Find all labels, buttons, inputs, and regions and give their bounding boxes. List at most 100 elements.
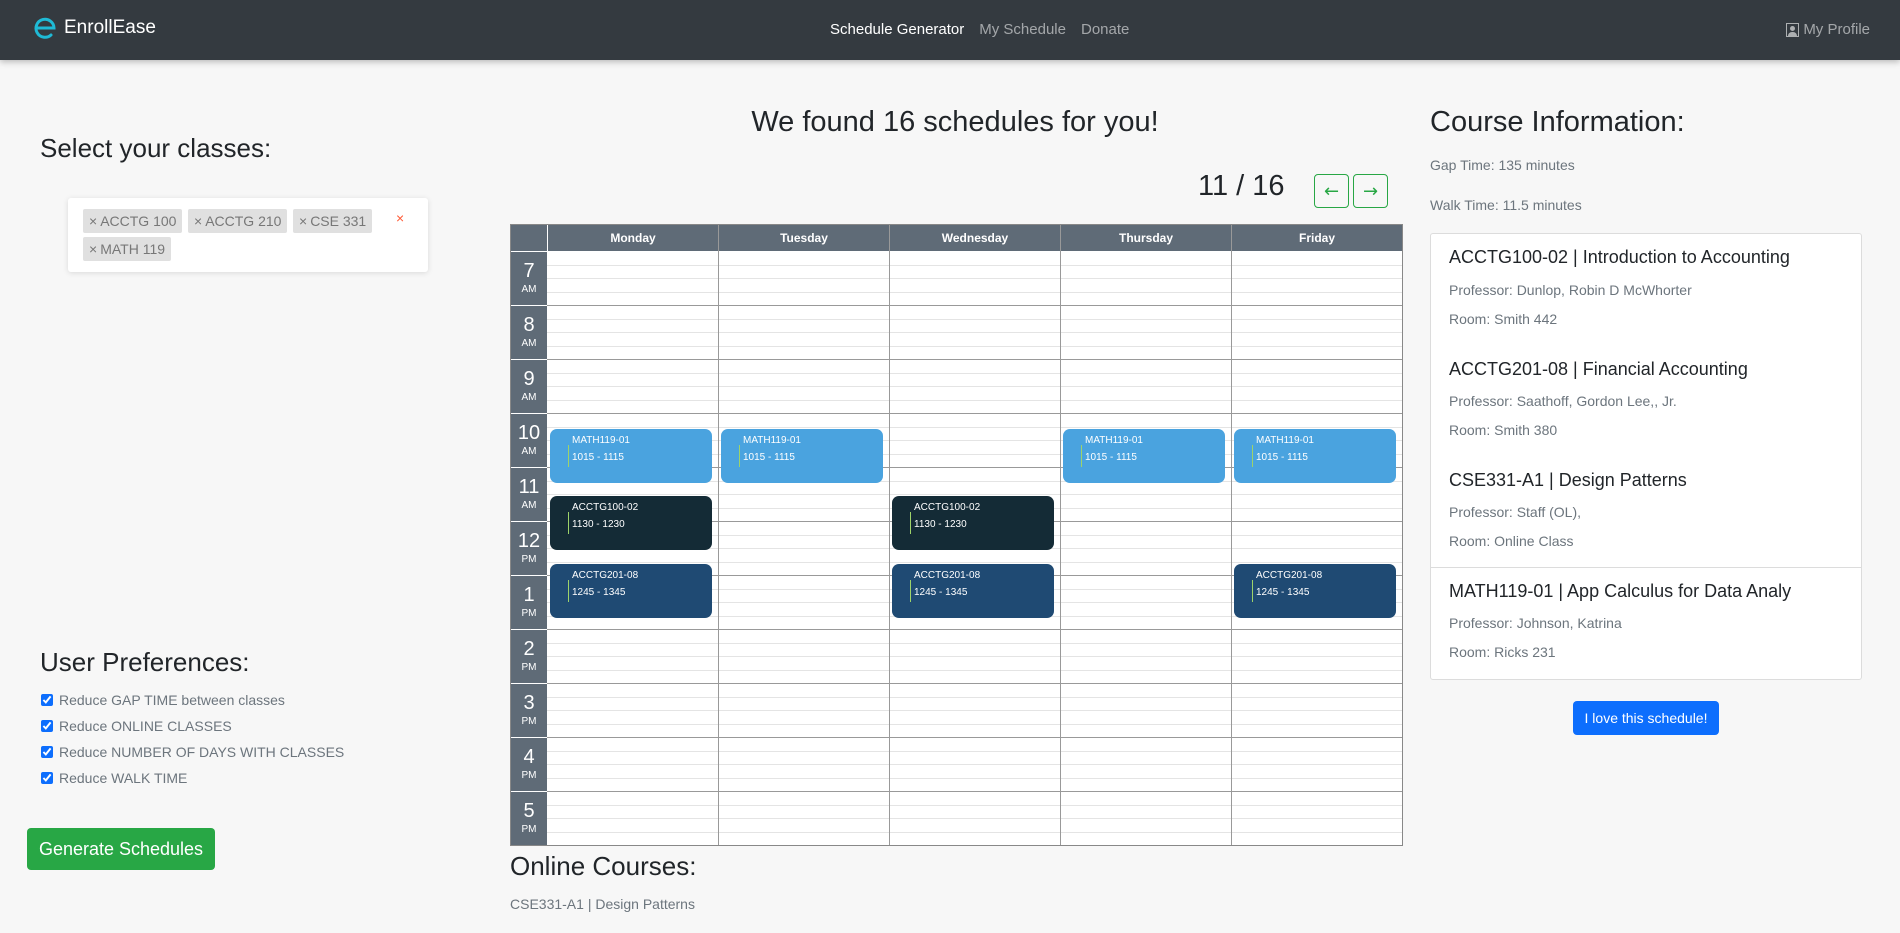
navbar: EnrollEase Schedule Generator My Schedul… [0, 0, 1900, 60]
hour-label: 7 AM [511, 251, 547, 305]
hour-ampm: PM [521, 662, 537, 673]
event-time: 1245 - 1345 [572, 586, 626, 598]
profile-icon [1786, 22, 1800, 37]
hour-line [547, 629, 1402, 630]
quarter-hour-line [547, 723, 1402, 725]
pref-reduce-gap-time[interactable]: Reduce GAP TIME between classes [40, 692, 285, 708]
quarter-hour-line [547, 750, 1402, 752]
course-title: ACCTG201-08 | Financial Accounting [1449, 359, 1748, 379]
class-event[interactable]: ACCTG100-02 1130 - 1230 [550, 496, 712, 550]
class-event[interactable]: ACCTG201-08 1245 - 1345 [892, 563, 1054, 618]
class-tag[interactable]: × ACCTG 100 [83, 209, 183, 233]
nav-my-schedule[interactable]: My Schedule [979, 21, 1066, 38]
day-header: Tuesday [718, 225, 889, 251]
hour-line [547, 737, 1402, 738]
pref-reduce-online-classes[interactable]: Reduce ONLINE CLASSES [40, 718, 232, 734]
pref-checkbox[interactable] [41, 694, 53, 706]
quarter-hour-line [547, 561, 1402, 563]
hour-ampm: AM [521, 500, 537, 511]
quarter-hour-line [547, 710, 1402, 711]
clear-all-icon[interactable]: × [396, 210, 404, 226]
day-header: Monday [547, 225, 718, 251]
day-separator [889, 225, 890, 845]
class-event[interactable]: ACCTG100-02 1130 - 1230 [892, 496, 1054, 550]
course-info-item: CSE331-A1 | Design Patterns Professor: S… [1449, 470, 1687, 549]
pref-checkbox[interactable] [41, 746, 53, 758]
class-event[interactable]: MATH119-01 1015 - 1115 [1234, 428, 1396, 483]
hour-line [547, 413, 1402, 414]
brand[interactable]: EnrollEase [32, 15, 156, 41]
hour-label: 8 AM [511, 305, 547, 359]
class-event[interactable]: MATH119-01 1015 - 1115 [550, 428, 712, 483]
quarter-hour-line [547, 332, 1402, 333]
hour-number: 12 [517, 530, 541, 552]
love-schedule-button[interactable]: I love this schedule! [1573, 701, 1719, 735]
course-professor: Professor: Saathoff, Gordon Lee,, Jr. [1449, 393, 1677, 409]
event-time: 1130 - 1230 [914, 519, 967, 530]
course-room: Room: Online Class [1449, 533, 1574, 549]
course-title: MATH119-01 | App Calculus for Data Analy [1449, 581, 1792, 601]
hour-ampm: AM [521, 392, 537, 403]
quarter-hour-line [547, 777, 1402, 779]
hour-label: 4 PM [511, 737, 547, 791]
class-tag[interactable]: × ACCTG 210 [188, 209, 288, 233]
user-preferences-heading: User Preferences: [40, 647, 250, 677]
hour-line [547, 305, 1402, 306]
tag-remove-icon[interactable]: × [194, 213, 202, 229]
hour-number: 3 [523, 692, 535, 714]
hour-number: 10 [517, 422, 541, 444]
nav-my-profile[interactable]: My Profile [1786, 21, 1870, 38]
next-schedule-button[interactable]: → [1353, 174, 1388, 208]
course-info-item: MATH119-01 | App Calculus for Data Analy… [1449, 581, 1792, 660]
hour-number: 11 [518, 476, 540, 498]
arrow-left-icon: ← [1323, 180, 1340, 202]
course-room: Room: Ricks 231 [1449, 644, 1556, 660]
quarter-hour-line [547, 764, 1402, 765]
hour-line [547, 359, 1402, 360]
hour-ampm: AM [521, 284, 537, 295]
nav-schedule-generator[interactable]: Schedule Generator [830, 21, 964, 38]
class-event[interactable]: MATH119-01 1015 - 1115 [1063, 428, 1225, 483]
class-tag-label: ACCTG 100 [100, 213, 177, 229]
tag-remove-icon[interactable]: × [89, 241, 97, 257]
class-tag-label: ACCTG 210 [205, 213, 282, 229]
course-info-item: ACCTG201-08 | Financial Accounting Profe… [1449, 359, 1748, 438]
class-tag[interactable]: × MATH 119 [83, 237, 172, 261]
enrollease-logo-icon [34, 17, 56, 39]
class-event[interactable]: MATH119-01 1015 - 1115 [721, 428, 883, 483]
nav-donate[interactable]: Donate [1081, 21, 1129, 38]
hour-label: 3 PM [511, 683, 547, 737]
course-info-list: ACCTG100-02 | Introduction to Accounting… [1430, 233, 1862, 680]
results-title: We found 16 schedules for you! [751, 106, 1159, 138]
hour-number: 5 [523, 800, 535, 822]
hour-label: 2 PM [511, 629, 547, 683]
tag-remove-icon[interactable]: × [299, 213, 307, 229]
hour-ampm: PM [521, 608, 537, 619]
quarter-hour-line [547, 804, 1402, 806]
pref-reduce-walk-time[interactable]: Reduce WALK TIME [40, 770, 187, 786]
prev-schedule-button[interactable]: ← [1314, 174, 1349, 208]
pref-checkbox[interactable] [41, 772, 53, 784]
tag-remove-icon[interactable]: × [89, 213, 97, 229]
divider [1431, 567, 1861, 568]
class-event[interactable]: ACCTG201-08 1245 - 1345 [550, 563, 712, 618]
day-separator [718, 225, 719, 845]
event-time: 1015 - 1115 [1085, 451, 1137, 463]
pref-checkbox[interactable] [41, 720, 53, 732]
hour-label: 5 PM [511, 791, 547, 845]
hour-label: 1 PM [511, 575, 547, 629]
class-tag[interactable]: × CSE 331 [293, 209, 373, 233]
event-course-code: MATH119-01 [572, 434, 630, 446]
nav-links: Schedule Generator My Schedule Donate [830, 21, 1129, 38]
hour-line [547, 683, 1402, 684]
class-event[interactable]: ACCTG201-08 1245 - 1345 [1234, 563, 1396, 618]
day-separator [1060, 225, 1061, 845]
pref-label: Reduce GAP TIME between classes [59, 692, 285, 708]
quarter-hour-line [547, 656, 1402, 657]
hour-label: 11 AM [511, 467, 547, 521]
hour-number: 9 [523, 368, 535, 390]
class-select-input[interactable]: × ACCTG 100 × ACCTG 210 × CSE 331 × MATH 119… [68, 198, 428, 272]
select-classes-heading: Select your classes: [40, 133, 272, 163]
generate-schedules-button[interactable]: Generate Schedules [27, 828, 215, 870]
pref-reduce-days[interactable]: Reduce NUMBER OF DAYS WITH CLASSES [40, 744, 344, 760]
